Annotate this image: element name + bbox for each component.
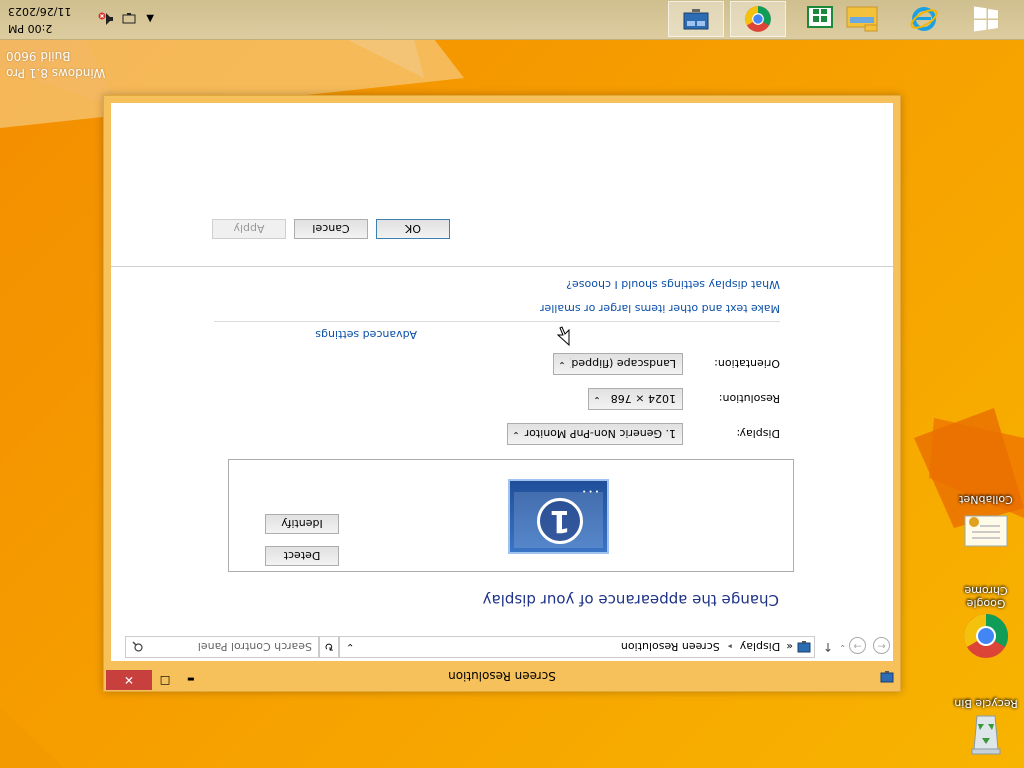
- identify-button[interactable]: Identify: [265, 514, 339, 534]
- cancel-label: Cancel: [312, 222, 350, 236]
- network-icon[interactable]: [122, 13, 136, 25]
- text-size-link[interactable]: Make text and other items larger or smal…: [540, 302, 780, 315]
- breadcrumb-separator-icon: ▸: [727, 642, 732, 652]
- address-dropdown-icon[interactable]: ⌄: [346, 642, 354, 653]
- breadcrumb-screen-resolution[interactable]: Screen Resolution: [621, 641, 720, 654]
- chevron-down-icon: ⌄: [593, 394, 601, 404]
- volume-icon[interactable]: [98, 12, 114, 26]
- address-bar-row: ← → ⌄ ↑ « Display ▸ Screen Resolution ⌄ …: [111, 631, 893, 661]
- address-field[interactable]: « Display ▸ Screen Resolution ⌄: [339, 636, 815, 658]
- detect-button[interactable]: Detect: [265, 546, 339, 566]
- clock-time: 2:00 PM: [8, 22, 53, 35]
- content-area: Change the appearance of your display 1 …: [111, 103, 893, 631]
- search-icon: [132, 642, 143, 653]
- display-select-value: 1. Generic Non-PnP Monitor: [524, 427, 676, 441]
- store-icon: [807, 6, 833, 28]
- collabnet-label: CollabNet: [959, 493, 1013, 506]
- apply-label: Apply: [233, 222, 265, 236]
- orientation-label: Orientation:: [714, 357, 780, 370]
- ok-label: OK: [405, 222, 421, 236]
- mouse-pointer-icon: [556, 326, 570, 346]
- settings-divider: [214, 321, 780, 322]
- forward-button[interactable]: →: [849, 637, 866, 654]
- breadcrumb-chevron[interactable]: «: [786, 641, 793, 654]
- recycle-bin-icon: [962, 712, 1010, 760]
- display-settings-help-link[interactable]: What display settings should I choose?: [566, 278, 780, 291]
- close-icon: ✕: [123, 673, 135, 687]
- search-placeholder: Search Control Panel: [197, 640, 312, 654]
- resolution-select-value: 1024 × 768: [610, 392, 676, 406]
- display-settings-icon: [797, 640, 811, 654]
- resolution-select[interactable]: 1024 × 768 ⌄: [588, 388, 683, 410]
- title-bar[interactable]: Screen Resolution ▬ ☐ ✕: [104, 661, 900, 691]
- resolution-label: Resolution:: [718, 392, 780, 405]
- back-button[interactable]: ←: [873, 637, 890, 654]
- recycle-bin-label: Recycle Bin: [954, 697, 1018, 710]
- monitor-number-badge: 1: [537, 498, 583, 544]
- breadcrumb-display[interactable]: Display: [740, 641, 781, 654]
- chevron-down-icon: ⌄: [558, 359, 566, 369]
- search-input[interactable]: Search Control Panel: [125, 636, 319, 658]
- taskbar: ▲ 2:00 PM 11/26/2023: [0, 0, 1024, 40]
- detect-label: Detect: [283, 549, 321, 563]
- minimize-button[interactable]: ▬: [178, 670, 204, 690]
- ok-button[interactable]: OK: [376, 219, 450, 239]
- monitor-1-preview[interactable]: 1 • • •: [508, 479, 609, 554]
- close-button[interactable]: ✕: [106, 670, 152, 690]
- advanced-settings-link[interactable]: Advanced settings: [315, 328, 417, 341]
- minimize-icon: ▬: [187, 675, 195, 685]
- refresh-button[interactable]: ↻: [319, 636, 339, 658]
- internet-explorer-icon: [910, 7, 938, 31]
- internet-explorer-taskbar-button[interactable]: [896, 1, 952, 37]
- monitor-number: 1: [549, 503, 571, 539]
- monitor-preview-panel: 1 • • • Detect Identify: [228, 459, 794, 572]
- page-heading: Change the appearance of your display: [482, 591, 779, 609]
- identify-label: Identify: [281, 517, 323, 531]
- store-taskbar-button[interactable]: [792, 1, 848, 37]
- up-arrow-icon: ↑: [822, 640, 833, 654]
- start-button[interactable]: [958, 1, 1014, 37]
- refresh-icon: ↻: [324, 640, 334, 654]
- google-chrome-desktop-icon[interactable]: Google Chrome: [954, 584, 1018, 660]
- control-panel-taskbar-button[interactable]: [668, 1, 724, 37]
- taskbar-clock[interactable]: 2:00 PM 11/26/2023: [8, 3, 71, 37]
- orientation-select[interactable]: Landscape (flipped) ⌄: [553, 353, 683, 375]
- system-tray: ▲: [98, 0, 154, 39]
- maximize-icon: ☐: [159, 673, 171, 687]
- chrome-icon: [745, 6, 771, 32]
- file-explorer-icon: [846, 6, 878, 32]
- desktop: Recycle Bin Google Chrome CollabNet Wind…: [0, 0, 1024, 768]
- screen-resolution-window: Screen Resolution ▬ ☐ ✕ ← → ⌄ ↑ « Displa…: [103, 95, 901, 692]
- apply-button[interactable]: Apply: [212, 219, 286, 239]
- watermark-edition: Windows 8.1 Pro: [6, 66, 106, 80]
- watermark-build: Build 9600: [6, 49, 71, 63]
- google-chrome-label: Google Chrome: [964, 584, 1008, 610]
- chevron-down-icon: ⌄: [512, 429, 520, 439]
- certificate-icon: [962, 508, 1010, 556]
- chrome-icon: [962, 612, 1010, 660]
- display-label: Display:: [736, 427, 780, 440]
- cancel-button[interactable]: Cancel: [294, 219, 368, 239]
- clock-date: 11/26/2023: [8, 5, 72, 18]
- up-button[interactable]: ↑: [823, 640, 833, 654]
- window-title: Screen Resolution: [448, 669, 556, 683]
- chrome-taskbar-button[interactable]: [730, 1, 786, 37]
- os-watermark: Windows 8.1 Pro Build 9600: [6, 49, 105, 80]
- show-hidden-icons-button[interactable]: ▲: [146, 14, 154, 25]
- recycle-bin-desktop-icon[interactable]: Recycle Bin: [954, 697, 1018, 760]
- footer-divider: [111, 266, 893, 267]
- recent-pages-dropdown[interactable]: ⌄: [839, 643, 846, 652]
- start-icon: [974, 6, 998, 32]
- control-panel-icon: [683, 9, 709, 30]
- orientation-select-value: Landscape (flipped): [570, 357, 676, 371]
- display-select[interactable]: 1. Generic Non-PnP Monitor ⌄: [507, 423, 683, 445]
- collabnet-desktop-icon[interactable]: CollabNet: [954, 493, 1018, 556]
- maximize-button[interactable]: ☐: [152, 670, 178, 690]
- forward-arrow-icon: →: [853, 640, 862, 651]
- back-arrow-icon: ←: [877, 640, 886, 651]
